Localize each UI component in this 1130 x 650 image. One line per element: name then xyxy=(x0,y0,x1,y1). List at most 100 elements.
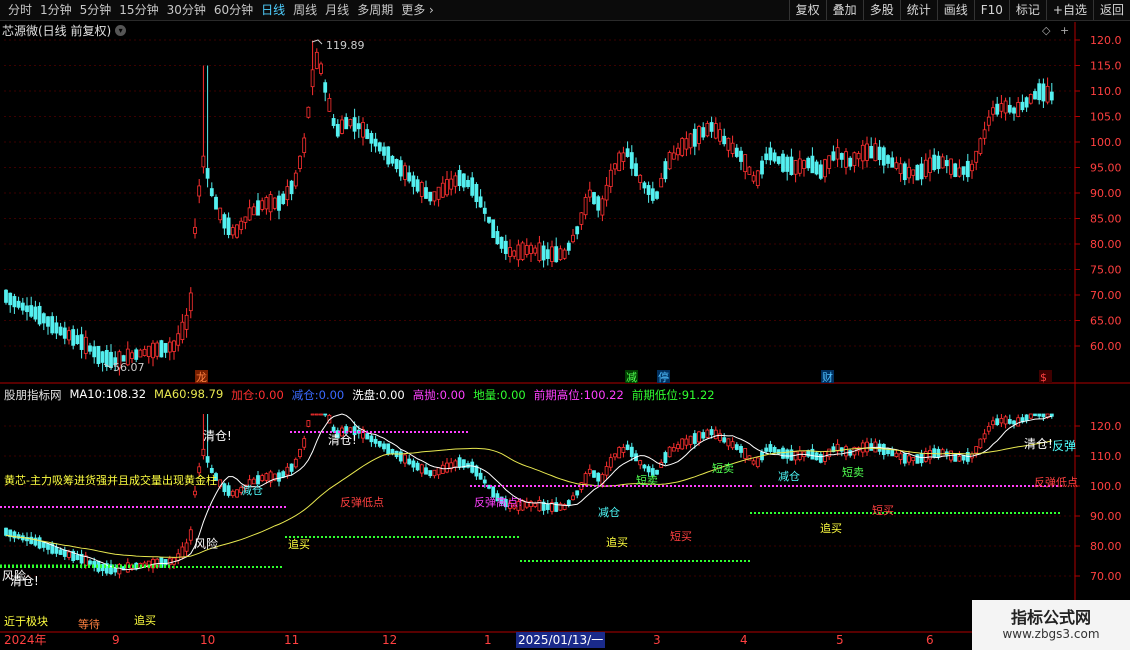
dot-line xyxy=(474,485,476,487)
candle-body xyxy=(151,342,155,359)
dot-line xyxy=(1008,485,1010,487)
dot-line xyxy=(744,560,746,562)
dot-line xyxy=(498,485,500,487)
date-label-2: 10 xyxy=(200,633,216,647)
dot-line xyxy=(706,485,708,487)
ind-candle-body xyxy=(323,413,328,416)
candle-body xyxy=(541,245,546,261)
dot-line xyxy=(864,485,866,487)
ind-candle-body xyxy=(642,464,647,469)
dot-line xyxy=(40,506,42,508)
candle-body xyxy=(251,206,256,216)
dot-line xyxy=(948,485,950,487)
candle-body xyxy=(134,349,139,360)
dot-line xyxy=(954,512,956,514)
candle-body xyxy=(25,305,29,313)
candle-body xyxy=(83,336,88,354)
candle-body xyxy=(382,146,386,156)
dot-line xyxy=(898,512,900,514)
dot-line xyxy=(1028,485,1030,487)
dot-line xyxy=(770,512,772,514)
dot-line xyxy=(740,560,742,562)
candle-body xyxy=(100,351,105,363)
ind-candle-body xyxy=(1041,413,1046,418)
ind-candle-body xyxy=(289,463,294,472)
dot-line xyxy=(160,564,162,567)
ind-candle-body xyxy=(382,443,386,450)
candle-body xyxy=(671,152,676,160)
dot-line xyxy=(298,431,300,433)
ind-candle-body xyxy=(235,489,239,498)
dot-line xyxy=(398,431,400,433)
ind-candle-body xyxy=(818,454,823,463)
candle-body xyxy=(726,137,731,151)
candle-body xyxy=(823,159,827,178)
dot-line xyxy=(670,485,672,487)
ind-candle-body xyxy=(768,444,773,452)
dot-line xyxy=(970,512,972,514)
dot-line xyxy=(1050,512,1052,514)
dot-line xyxy=(550,485,552,487)
dot-line xyxy=(624,560,626,562)
ind-candle-body xyxy=(377,441,382,447)
ind-candle-body xyxy=(860,442,865,453)
candle-body xyxy=(352,117,357,132)
candle-body xyxy=(377,142,382,152)
dot-line xyxy=(932,485,934,487)
dot-line xyxy=(750,512,752,514)
dot-line xyxy=(100,506,102,508)
dot-line xyxy=(690,485,692,487)
dot-line xyxy=(302,431,304,433)
candle-body xyxy=(797,158,802,174)
dot-line xyxy=(1026,512,1028,514)
dot-line xyxy=(536,560,538,562)
ind-candle-body xyxy=(411,460,416,468)
ind-tick-4: 80.00 xyxy=(1090,540,1122,553)
dot-line xyxy=(704,560,706,562)
dot-line xyxy=(806,512,808,514)
ind-candle-body xyxy=(722,437,727,443)
dot-line xyxy=(28,506,30,508)
ind-candle-body xyxy=(537,499,542,512)
dot-line xyxy=(722,485,724,487)
candle-body xyxy=(369,133,374,144)
dot-line xyxy=(112,564,114,567)
candle-body xyxy=(272,197,277,209)
dot-line xyxy=(902,512,904,514)
dot-line xyxy=(630,485,632,487)
dot-line xyxy=(608,560,610,562)
ind-candle-body xyxy=(604,466,609,476)
candle-body xyxy=(293,172,298,187)
dot-line xyxy=(778,512,780,514)
price-tick-2: 110.0 xyxy=(1090,85,1122,98)
dot-line xyxy=(622,485,624,487)
ind-candle-body xyxy=(751,460,756,465)
dot-line xyxy=(306,431,308,433)
candle-body xyxy=(482,207,487,214)
candle-body xyxy=(965,160,970,178)
dot-line xyxy=(88,506,90,508)
candle-body xyxy=(713,123,718,139)
dot-line xyxy=(12,564,14,567)
candle-body xyxy=(562,249,567,259)
ind-candle-body xyxy=(1016,417,1021,427)
dot-line xyxy=(252,506,254,508)
candle-body xyxy=(155,342,160,357)
dot-line xyxy=(848,485,850,487)
dot-line xyxy=(366,431,368,433)
date-label-4: 12 xyxy=(382,633,398,647)
ind-candle-body xyxy=(293,458,298,468)
dot-line xyxy=(908,485,910,487)
dot-line xyxy=(802,512,804,514)
candle-body xyxy=(20,302,25,311)
ind-candle-body xyxy=(961,455,966,461)
chart-canvas[interactable]: 120.0 115.0 110.0 105.0 100.0 95.00 90.00 85.00… xyxy=(0,0,1130,650)
candle-body xyxy=(222,214,227,229)
dot-line xyxy=(426,431,428,433)
dot-line xyxy=(950,512,952,514)
dot-line xyxy=(52,564,54,567)
dot-line xyxy=(152,564,154,567)
dot-line xyxy=(678,485,680,487)
dot-line xyxy=(692,560,694,562)
ind-candle-body xyxy=(390,449,395,454)
